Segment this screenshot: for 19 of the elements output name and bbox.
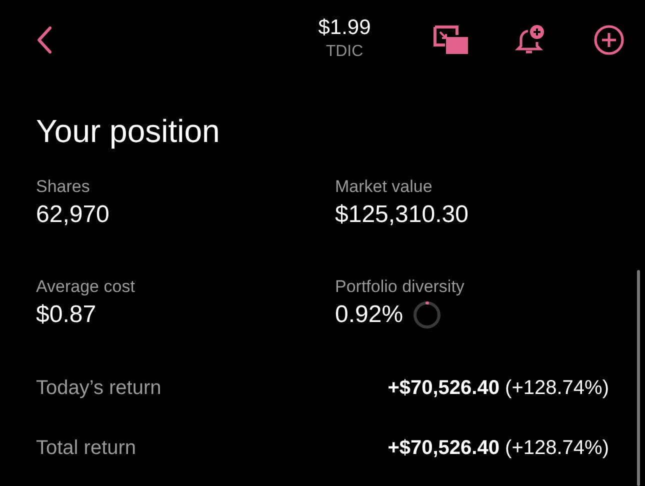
stat-value: 62,970 xyxy=(36,200,110,230)
stock-price: $1.99 xyxy=(318,16,371,40)
stat-value: $0.87 xyxy=(36,300,96,330)
stat-label: Average cost xyxy=(36,276,136,298)
stat-label: Market value xyxy=(335,176,434,198)
stat-value: 0.92% xyxy=(335,300,404,330)
return-value: +$70,526.40 (+128.74%) xyxy=(388,436,609,461)
add-alert-icon[interactable] xyxy=(515,24,547,56)
return-value: +$70,526.40 (+128.74%) xyxy=(388,376,609,401)
return-label: Today’s return xyxy=(36,376,162,401)
stat-label: Portfolio diversity xyxy=(335,276,466,298)
add-icon[interactable] xyxy=(593,24,625,56)
stat-label: Shares xyxy=(36,176,91,198)
ticker-symbol: TDIC xyxy=(324,42,364,62)
stat-value: $125,310.30 xyxy=(335,200,468,230)
diversity-ring xyxy=(411,298,444,331)
return-label: Total return xyxy=(36,436,136,461)
section-title: Your position xyxy=(36,112,221,150)
picture-in-picture-icon[interactable] xyxy=(433,25,469,55)
